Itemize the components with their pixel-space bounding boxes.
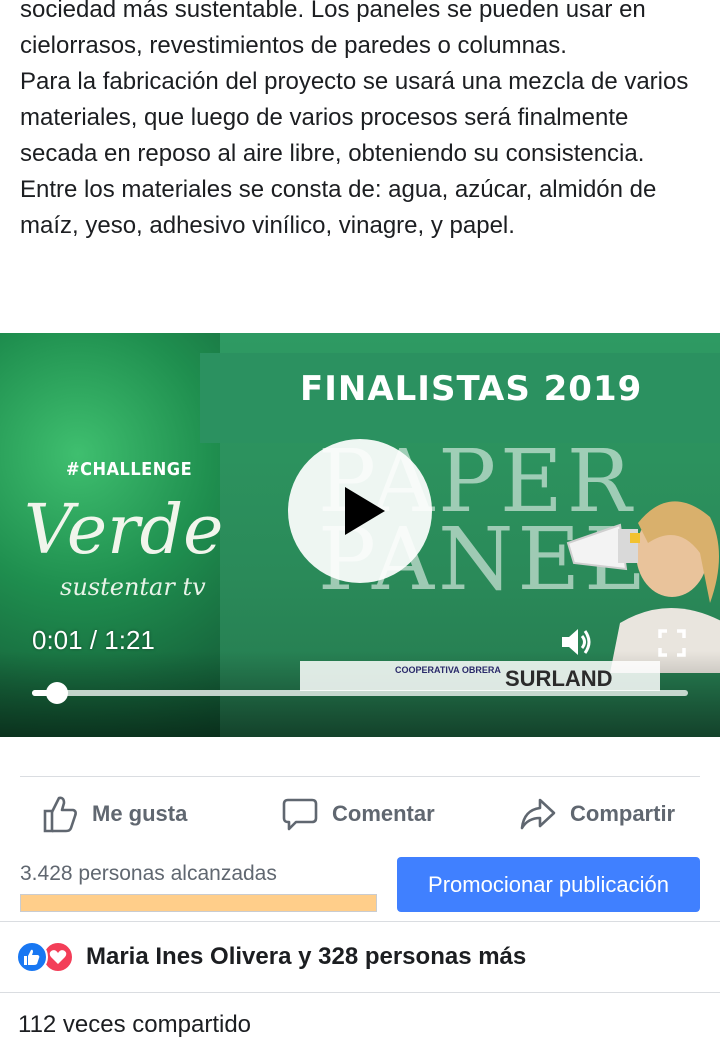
- video-progress-thumb[interactable]: [46, 682, 68, 704]
- sponsor-cooperativa: COOPERATIVA OBRERA: [395, 665, 501, 675]
- volume-icon[interactable]: [560, 627, 594, 657]
- share-arrow-icon: [520, 798, 556, 830]
- brand-sub-text: sustentar tv: [60, 573, 206, 601]
- divider: [0, 921, 720, 922]
- sponsor-surland: SURLAND: [505, 666, 613, 691]
- post-paragraph-1: sociedad más sustentable. Los paneles se…: [20, 0, 646, 59]
- share-button[interactable]: Compartir: [520, 790, 675, 838]
- share-label: Compartir: [570, 801, 676, 826]
- action-bar: Me gusta Comentar Compartir: [0, 790, 720, 838]
- play-button[interactable]: [288, 439, 432, 583]
- challenge-tag: #CHALLENGE: [66, 459, 193, 480]
- reach-count: 3.428 personas alcanzadas: [20, 862, 277, 885]
- brand-logo-text: Verde: [24, 491, 224, 570]
- fullscreen-icon[interactable]: [658, 629, 686, 657]
- video-progress-track[interactable]: [32, 690, 688, 696]
- share-count[interactable]: 112 veces compartido: [18, 1011, 251, 1039]
- video-time-display: 0:01 / 1:21: [32, 625, 155, 655]
- comment-button[interactable]: Comentar: [282, 790, 435, 838]
- reach-bar-fill: [21, 895, 376, 911]
- video-headline: FINALISTAS 2019: [300, 369, 643, 409]
- video-player[interactable]: FINALISTAS 2019 #CHALLENGE Verde sustent…: [0, 333, 720, 737]
- comment-label: Comentar: [332, 801, 435, 826]
- post-paragraph-2: Para la fabricación del proyecto se usar…: [20, 68, 689, 239]
- post-body: sociedad más sustentable. Los paneles se…: [20, 0, 700, 244]
- reactions-summary[interactable]: Maria Ines Olivera y 328 personas más: [16, 936, 526, 978]
- reactions-text: Maria Ines Olivera y 328 personas más: [86, 943, 527, 970]
- like-button[interactable]: Me gusta: [42, 790, 187, 838]
- thumbs-up-icon: [43, 796, 77, 833]
- divider: [0, 992, 720, 993]
- like-reaction-icon: [16, 941, 48, 973]
- like-label: Me gusta: [92, 801, 188, 826]
- promote-button[interactable]: Promocionar publicación: [397, 857, 700, 912]
- play-icon: [345, 487, 385, 535]
- comment-icon: [282, 798, 318, 831]
- divider: [20, 776, 700, 777]
